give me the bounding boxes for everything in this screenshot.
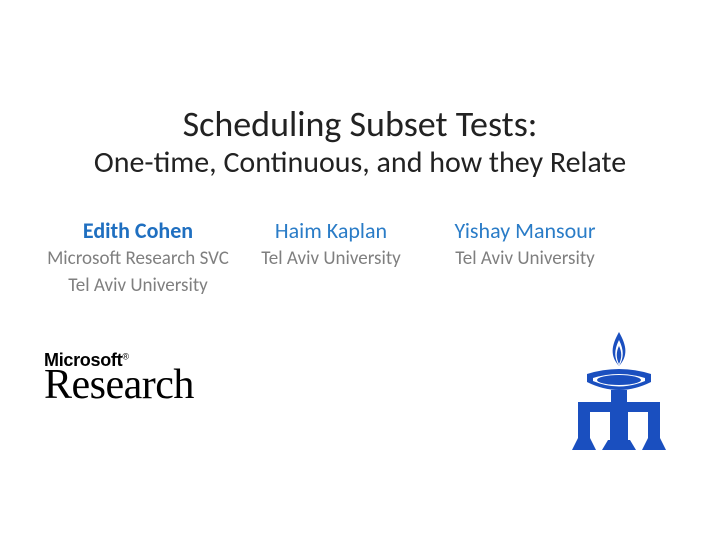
author-affiliation: Tel Aviv University: [455, 247, 595, 272]
author-affiliation: Microsoft Research SVC: [47, 247, 229, 272]
author-col-1: Edith Cohen Microsoft Research SVC Tel A…: [42, 217, 234, 298]
slide-title-main: Scheduling Subset Tests:: [60, 104, 660, 145]
author-affiliation: Tel Aviv University: [68, 274, 208, 299]
author-name: Haim Kaplan: [275, 217, 387, 245]
author-name: Edith Cohen: [83, 217, 193, 245]
title-block: Scheduling Subset Tests: One-time, Conti…: [0, 0, 720, 181]
microsoft-research-logo: Microsoft® Research: [44, 350, 194, 409]
microsoft-research-word: Research: [44, 361, 194, 409]
author-col-2: Haim Kaplan Tel Aviv University: [240, 217, 422, 298]
author-col-3: Yishay Mansour Tel Aviv University: [426, 217, 624, 298]
authors-row: Edith Cohen Microsoft Research SVC Tel A…: [0, 181, 720, 298]
author-affiliation: Tel Aviv University: [261, 247, 401, 272]
author-name: Yishay Mansour: [455, 217, 596, 245]
tau-logo-icon: [570, 330, 668, 465]
slide-title-sub: One-time, Continuous, and how they Relat…: [60, 145, 660, 181]
